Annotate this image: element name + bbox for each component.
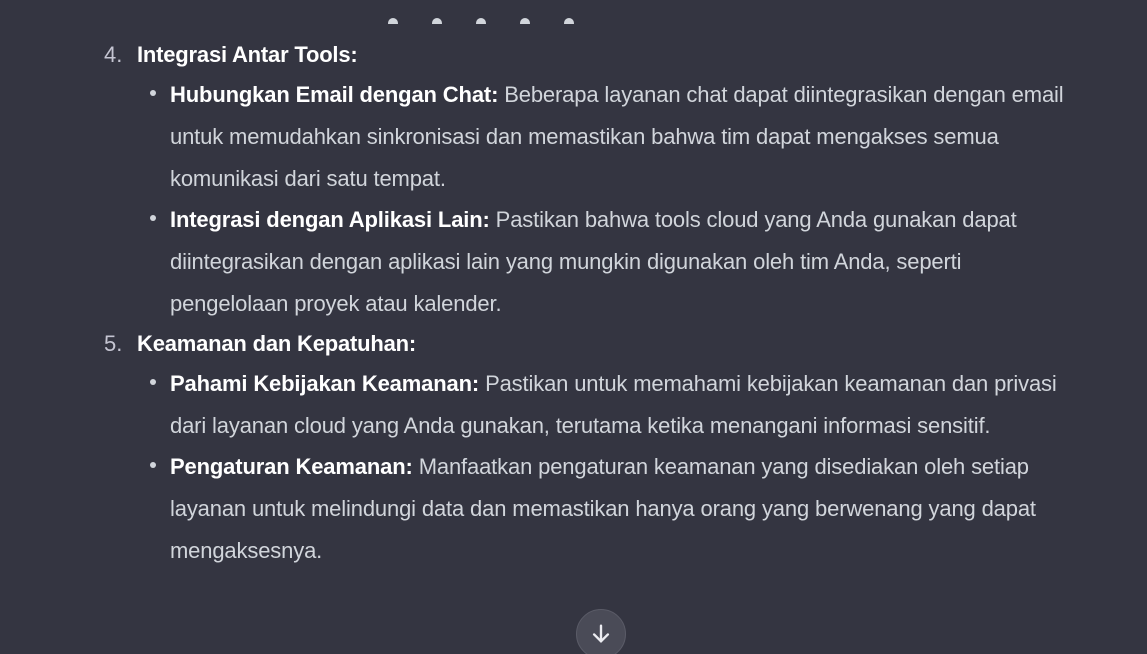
bullet-item: Pahami Kebijakan Keamanan: Pastikan untu…: [150, 363, 1064, 447]
step-title: Keamanan dan Kepatuhan:: [137, 330, 417, 356]
bullet-term: Pengaturan Keamanan:: [170, 454, 413, 480]
bullet-term: Hubungkan Email dengan Chat:: [170, 82, 499, 107]
assistant-message: 4. Integrasi Antar Tools: Hubungkan Emai…: [104, 36, 1064, 572]
list-item-step-5: 5. Keamanan dan Kepatuhan: Pahami Kebija…: [104, 325, 1064, 572]
scroll-to-bottom-button[interactable]: [576, 609, 626, 654]
step-number: 5.: [104, 330, 123, 356]
bullet-list: Hubungkan Email dengan Chat: Beberapa la…: [137, 74, 1064, 325]
bullet-icon: [150, 215, 156, 222]
bullet-item: Hubungkan Email dengan Chat: Beberapa la…: [150, 74, 1064, 199]
numbered-list: 4. Integrasi Antar Tools: Hubungkan Emai…: [104, 36, 1064, 572]
bullet-list: Pahami Kebijakan Keamanan: Pastikan untu…: [137, 363, 1064, 572]
bullet-item: Integrasi dengan Aplikasi Lain: Pastikan…: [150, 199, 1064, 324]
bullet-term: Pahami Kebijakan Keamanan:: [170, 370, 480, 396]
list-item-step-4: 4. Integrasi Antar Tools: Hubungkan Emai…: [104, 36, 1064, 325]
bullet-item: Pengaturan Keamanan: Manfaatkan pengatur…: [150, 446, 1064, 571]
bullet-icon: [150, 90, 156, 96]
arrow-down-icon: [592, 624, 610, 643]
bullet-icon: [150, 462, 156, 469]
chat-viewport: 4. Integrasi Antar Tools: Hubungkan Emai…: [0, 0, 1147, 654]
bullet-icon: [150, 378, 156, 385]
bullet-term: Integrasi dengan Aplikasi Lain:: [170, 207, 490, 233]
step-title: Integrasi Antar Tools:: [137, 42, 358, 67]
clipped-previous-line: [388, 10, 628, 24]
step-number: 4.: [104, 42, 123, 67]
